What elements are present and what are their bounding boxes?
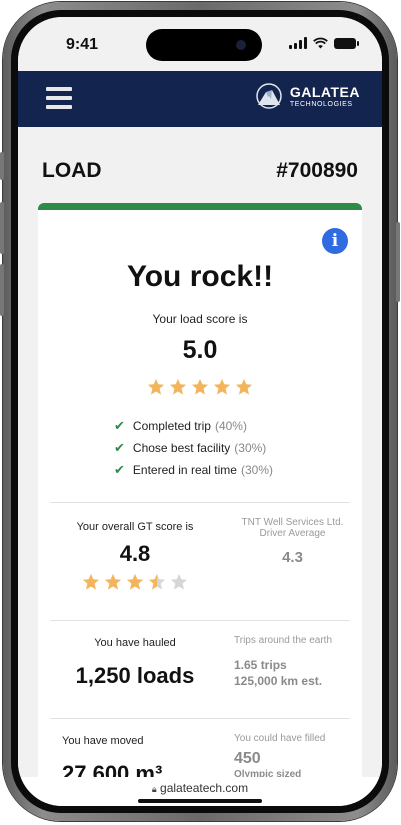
company-average-label: TNT Well Services Ltd. Driver Average <box>241 517 344 539</box>
score-card: i You rock!! Your load score is 5.0 ✔ Co… <box>38 203 362 777</box>
criterion-label: Entered in real time <box>132 463 237 477</box>
star-icon <box>170 573 188 590</box>
star-icon <box>126 573 144 590</box>
wifi-icon <box>313 37 328 49</box>
pools-value: 450 <box>234 750 261 767</box>
menu-icon[interactable] <box>46 87 72 109</box>
moved-value: 27,600 m³ <box>62 761 163 777</box>
hauled-label: You have hauled <box>94 637 176 649</box>
mute-switch <box>0 152 4 180</box>
main-content[interactable]: LOAD #700890 i You rock!! Your load scor… <box>18 127 382 777</box>
headline: You rock!! <box>126 260 274 293</box>
star-icon <box>191 378 209 395</box>
info-icon[interactable]: i <box>322 228 348 254</box>
criterion-pct: (30%) <box>240 463 273 477</box>
trips-value: 1.65 trips <box>234 658 287 672</box>
criterion-best-facility: ✔ Chose best facility (30%) <box>114 437 273 459</box>
status-bar: 9:41 <box>18 17 382 71</box>
load-label: LOAD <box>42 159 102 182</box>
url-field[interactable]: 🔒︎ galateatech.com <box>18 781 382 795</box>
km-value: 125,000 km est. <box>234 674 323 688</box>
phone-bezel: 9:41 GALATEA TECHNOLOGIES LOAD #700890 i… <box>11 10 389 813</box>
load-score-value: 5.0 <box>182 336 218 364</box>
star-icon <box>148 573 166 590</box>
brand-tagline: TECHNOLOGIES <box>289 100 353 108</box>
signal-icon <box>289 37 307 49</box>
status-icons <box>289 37 359 49</box>
company-average-value: 4.3 <box>282 549 303 566</box>
hauled-value: 1,250 loads <box>75 663 195 688</box>
gt-score-row: Your overall GT score is 4.8 TNT Well Se… <box>50 502 350 615</box>
mountain-logo-icon <box>256 83 282 109</box>
lock-icon: 🔒︎ <box>151 784 157 794</box>
load-score-label: Your load score is <box>152 312 248 326</box>
pools-unit: Olympic sized <box>234 769 302 777</box>
criterion-label: Completed trip <box>132 419 211 433</box>
criterion-completed-trip: ✔ Completed trip (40%) <box>114 415 273 437</box>
criterion-real-time: ✔ Entered in real time (30%) <box>114 459 273 481</box>
home-indicator[interactable] <box>138 799 262 803</box>
star-icon <box>235 378 253 395</box>
star-icon <box>82 573 100 590</box>
star-icon <box>104 573 122 590</box>
check-icon: ✔ <box>114 462 125 477</box>
load-score-stars <box>38 378 362 401</box>
phone-screen: 9:41 GALATEA TECHNOLOGIES LOAD #700890 i… <box>18 17 382 806</box>
phone-frame: 9:41 GALATEA TECHNOLOGIES LOAD #700890 i… <box>0 2 400 821</box>
brand-name: GALATEA <box>289 83 360 100</box>
dynamic-island <box>146 29 262 61</box>
criterion-label: Chose best facility <box>132 441 231 455</box>
gt-score-stars <box>50 573 220 596</box>
hauled-row: You have hauled 1,250 loads Trips around… <box>50 620 350 713</box>
camera-icon <box>236 40 246 50</box>
url-text: galateatech.com <box>160 781 249 795</box>
star-icon <box>169 378 187 395</box>
criterion-pct: (40%) <box>214 419 247 433</box>
load-header: LOAD #700890 <box>42 147 358 195</box>
moved-label: You have moved <box>62 735 144 747</box>
volume-up-button <box>0 202 4 254</box>
check-icon: ✔ <box>114 418 125 433</box>
gt-score-label: Your overall GT score is <box>76 521 194 533</box>
moved-row: You have moved 27,600 m³ You could have … <box>50 718 350 777</box>
gt-score-value: 4.8 <box>119 541 151 566</box>
app-header: GALATEA TECHNOLOGIES <box>18 71 382 127</box>
power-button <box>396 222 400 302</box>
brand-logo[interactable]: GALATEA TECHNOLOGIES <box>254 83 360 109</box>
could-have-filled-label: You could have filled <box>234 733 326 744</box>
score-criteria: ✔ Completed trip (40%) ✔ Chose best faci… <box>114 415 273 481</box>
volume-down-button <box>0 264 4 316</box>
star-icon <box>147 378 165 395</box>
load-number: #700890 <box>276 159 358 182</box>
battery-icon <box>334 38 359 49</box>
star-icon <box>213 378 231 395</box>
trips-around-earth-label: Trips around the earth <box>234 635 333 646</box>
check-icon: ✔ <box>114 440 125 455</box>
status-time: 9:41 <box>66 36 99 53</box>
criterion-pct: (30%) <box>234 441 267 455</box>
